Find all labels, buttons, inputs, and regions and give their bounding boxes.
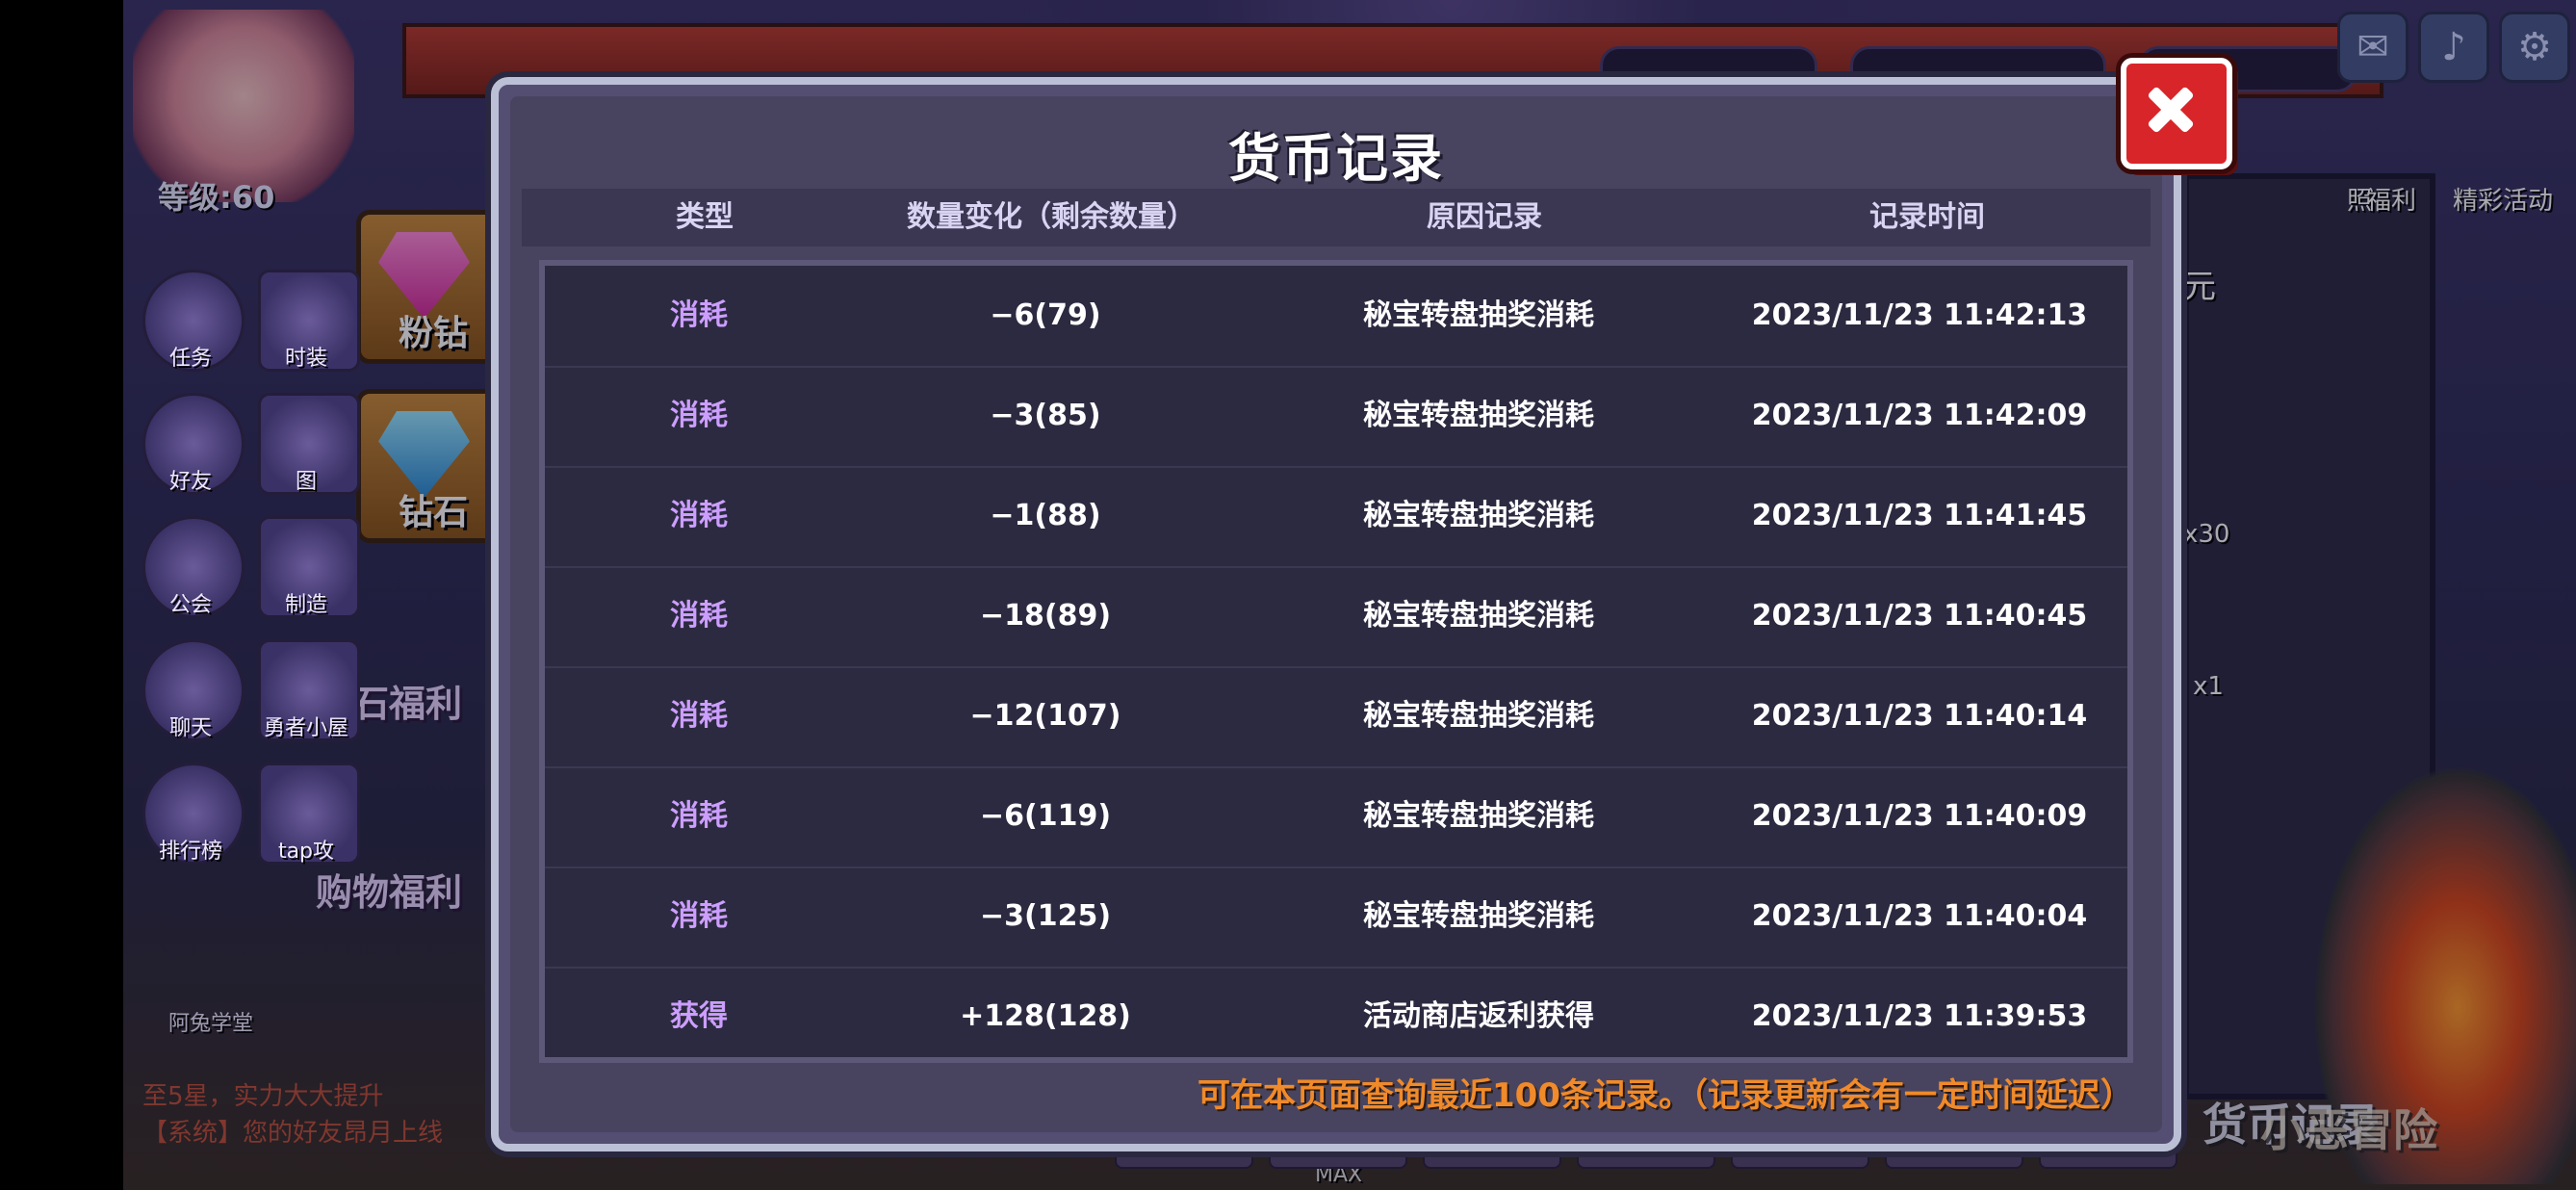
column-change: 数量变化（剩余数量）	[907, 200, 1196, 234]
record-time: 2023/11/23 11:40:04	[1751, 899, 2088, 933]
record-change: −18(89)	[979, 599, 1112, 633]
record-time: 2023/11/23 11:40:45	[1751, 599, 2088, 633]
record-row: 获得 +128(128) 活动商店返利获得 2023/11/23 11:39:53	[545, 967, 2127, 1057]
record-reason: 秘宝转盘抽奖消耗	[1363, 499, 1594, 532]
record-list[interactable]: 消耗 −6(79) 秘宝转盘抽奖消耗 2023/11/23 11:42:13 消耗 −3(…	[539, 260, 2133, 1063]
record-time: 2023/11/23 11:42:13	[1751, 298, 2088, 332]
side-menu-label[interactable]: 时装	[248, 341, 364, 372]
currency-record-dialog: 货币记录 类型 数量变化（剩余数量） 原因记录 记录时间 消耗 −6(79) 秘宝转…	[491, 58, 2232, 1151]
record-time: 2023/11/23 11:40:09	[1751, 799, 2088, 833]
column-time: 记录时间	[1869, 200, 1985, 234]
record-time: 2023/11/23 11:40:14	[1751, 699, 2088, 733]
record-change: −1(88)	[990, 499, 1101, 532]
record-reason: 秘宝转盘抽奖消耗	[1363, 298, 1594, 332]
record-change: +128(128)	[960, 999, 1131, 1033]
record-row: 消耗 −6(79) 秘宝转盘抽奖消耗 2023/11/23 11:42:13	[545, 266, 2127, 368]
record-type: 消耗	[670, 599, 728, 633]
column-type: 类型	[676, 200, 734, 234]
table-header: 类型 数量变化（剩余数量） 原因记录 记录时间	[522, 189, 2151, 246]
record-row: 消耗 −6(119) 秘宝转盘抽奖消耗 2023/11/23 11:40:09	[545, 766, 2127, 868]
side-menu-label[interactable]: 任务	[133, 341, 248, 372]
record-type: 消耗	[670, 799, 728, 833]
record-row: 消耗 −3(85) 秘宝转盘抽奖消耗 2023/11/23 11:42:09	[545, 366, 2127, 468]
side-menu-label[interactable]: 聊天	[133, 711, 248, 741]
record-change: −3(85)	[990, 399, 1101, 432]
record-change: −3(125)	[979, 899, 1112, 933]
record-type: 消耗	[670, 899, 728, 933]
record-reason: 秘宝转盘抽奖消耗	[1363, 399, 1594, 432]
record-type: 消耗	[670, 699, 728, 733]
close-button[interactable]	[2121, 58, 2232, 169]
record-row: 消耗 −18(89) 秘宝转盘抽奖消耗 2023/11/23 11:40:45	[545, 566, 2127, 668]
side-menu-label[interactable]: 公会	[133, 587, 248, 618]
dialog-body: 货币记录 类型 数量变化（剩余数量） 原因记录 记录时间 消耗 −6(79) 秘宝转…	[510, 96, 2162, 1132]
record-time: 2023/11/23 11:39:53	[1751, 999, 2088, 1033]
side-menu-label[interactable]: 好友	[133, 464, 248, 495]
record-row: 消耗 −3(125) 秘宝转盘抽奖消耗 2023/11/23 11:40:04	[545, 867, 2127, 969]
record-reason: 秘宝转盘抽奖消耗	[1363, 799, 1594, 833]
record-reason: 秘宝转盘抽奖消耗	[1363, 899, 1594, 933]
record-change: −6(119)	[979, 799, 1112, 833]
record-reason: 秘宝转盘抽奖消耗	[1363, 699, 1594, 733]
record-row: 消耗 −12(107) 秘宝转盘抽奖消耗 2023/11/23 11:40:14	[545, 666, 2127, 768]
record-row: 消耗 −1(88) 秘宝转盘抽奖消耗 2023/11/23 11:41:45	[545, 466, 2127, 568]
record-time: 2023/11/23 11:42:09	[1751, 399, 2088, 432]
side-menu-label[interactable]: 图	[248, 464, 364, 495]
side-menu-label[interactable]: 制造	[248, 587, 364, 618]
record-type: 消耗	[670, 499, 728, 532]
record-type: 获得	[670, 999, 728, 1033]
footer-note: 可在本页面查询最近100条记录。（记录更新会有一定时间延迟）	[1198, 1076, 2133, 1115]
record-change: −6(79)	[990, 298, 1101, 332]
record-reason: 秘宝转盘抽奖消耗	[1363, 599, 1594, 633]
record-change: −12(107)	[969, 699, 1121, 733]
side-menu-label[interactable]: 排行榜	[133, 834, 248, 865]
side-menu-label[interactable]: tap攻	[248, 834, 364, 865]
side-menu-label[interactable]: 勇者小屋	[248, 711, 364, 741]
record-type: 消耗	[670, 399, 728, 432]
dialog-title: 货币记录	[1228, 128, 1444, 189]
record-type: 消耗	[670, 298, 728, 332]
record-time: 2023/11/23 11:41:45	[1751, 499, 2088, 532]
column-reason: 原因记录	[1427, 200, 1542, 234]
record-reason: 活动商店返利获得	[1363, 999, 1594, 1033]
